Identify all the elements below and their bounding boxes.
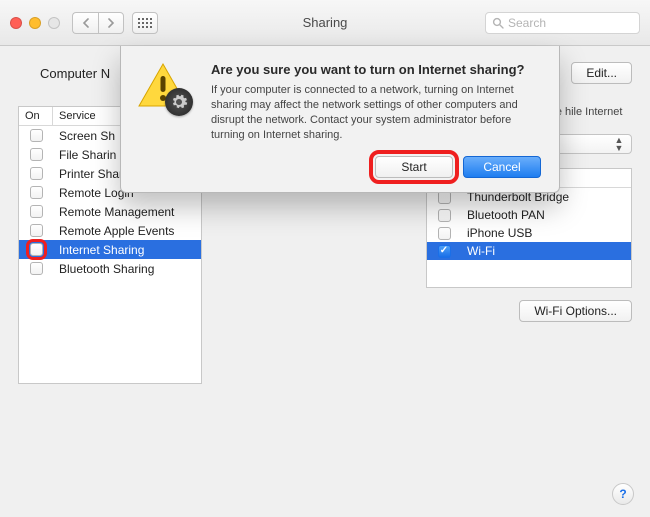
port-row-wifi[interactable]: Wi-Fi: [427, 242, 631, 260]
port-checkbox-wifi[interactable]: [438, 245, 451, 258]
start-button[interactable]: Start: [375, 156, 453, 178]
port-label: Bluetooth PAN: [461, 208, 631, 222]
service-checkbox[interactable]: [30, 129, 43, 142]
forward-button[interactable]: [98, 12, 124, 34]
computer-name-label: Computer N: [40, 66, 110, 81]
wifi-options-button[interactable]: Wi-Fi Options...: [519, 300, 632, 322]
close-window-button[interactable]: [10, 17, 22, 29]
service-checkbox[interactable]: [30, 186, 43, 199]
port-label: iPhone USB: [461, 226, 631, 240]
internet-sharing-checkbox[interactable]: [30, 243, 43, 256]
cancel-button[interactable]: Cancel: [463, 156, 541, 178]
edit-button[interactable]: Edit...: [571, 62, 632, 84]
search-icon: [492, 17, 504, 29]
sheet-message: If your computer is connected to a netwo…: [211, 83, 541, 142]
port-row[interactable]: Bluetooth PAN: [427, 206, 631, 224]
traffic-lights: [10, 17, 60, 29]
service-checkbox[interactable]: [30, 205, 43, 218]
help-icon: ?: [619, 487, 626, 501]
alert-icon: [137, 62, 197, 116]
port-label: Wi-Fi: [461, 244, 631, 258]
show-all-button[interactable]: [132, 12, 158, 34]
table-row[interactable]: Remote Management: [19, 202, 201, 221]
zoom-window-button: [48, 17, 60, 29]
updown-icon: ▲▼: [611, 136, 627, 152]
confirm-sheet: Are you sure you want to turn on Interne…: [120, 46, 560, 193]
table-row[interactable]: Remote Apple Events: [19, 221, 201, 240]
service-label: Remote Management: [53, 205, 201, 219]
back-button[interactable]: [72, 12, 98, 34]
chevron-right-icon: [107, 18, 115, 28]
service-label: Remote Apple Events: [53, 224, 201, 238]
titlebar: Sharing Search: [0, 0, 650, 46]
system-prefs-badge-icon: [165, 88, 193, 116]
service-checkbox[interactable]: [30, 262, 43, 275]
sheet-title: Are you sure you want to turn on Interne…: [211, 62, 541, 77]
search-field[interactable]: Search: [485, 12, 640, 34]
service-label: Bluetooth Sharing: [53, 262, 201, 276]
sheet-buttons: Start Cancel: [211, 156, 541, 178]
port-checkbox[interactable]: [438, 209, 451, 222]
service-checkbox[interactable]: [30, 148, 43, 161]
service-checkbox[interactable]: [30, 167, 43, 180]
service-checkbox[interactable]: [30, 224, 43, 237]
port-checkbox[interactable]: [438, 227, 451, 240]
service-col-on: On: [19, 107, 53, 125]
sheet-body: Are you sure you want to turn on Interne…: [211, 62, 541, 178]
table-row-internet-sharing[interactable]: Internet Sharing: [19, 240, 201, 259]
port-row[interactable]: iPhone USB: [427, 224, 631, 242]
help-button[interactable]: ?: [612, 483, 634, 505]
nav-buttons: [72, 12, 124, 34]
chevron-left-icon: [82, 18, 90, 28]
table-row[interactable]: Bluetooth Sharing: [19, 259, 201, 278]
wifi-options-row: Wi-Fi Options...: [216, 300, 632, 322]
minimize-window-button[interactable]: [29, 17, 41, 29]
service-label: Internet Sharing: [53, 243, 201, 257]
grid-icon: [138, 18, 152, 28]
search-placeholder: Search: [508, 16, 546, 30]
